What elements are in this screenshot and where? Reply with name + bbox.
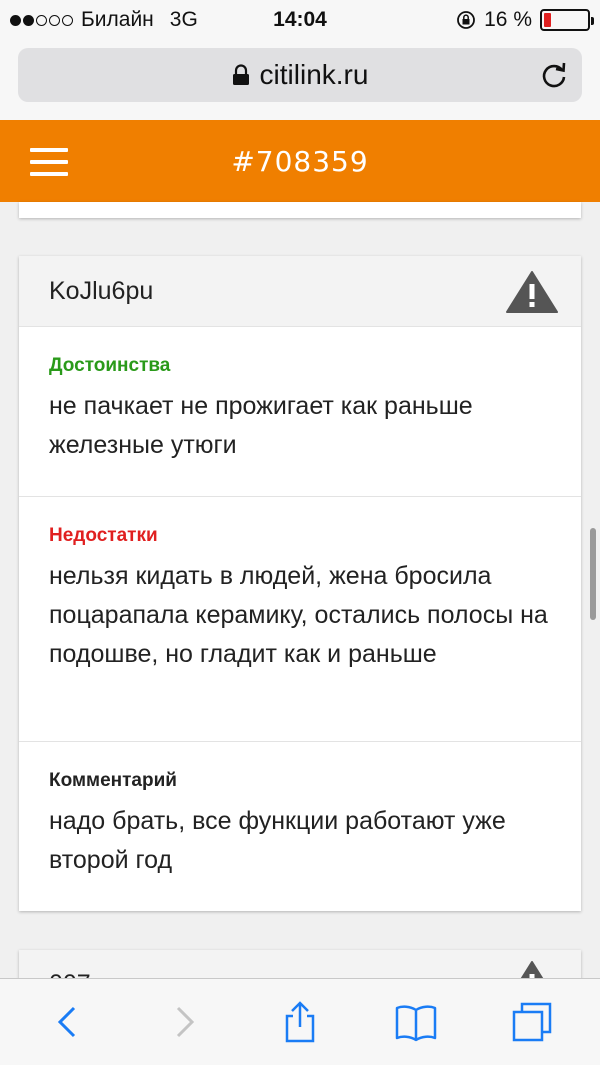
carrier-name: Билайн [81, 8, 154, 31]
site-header: #708359 [0, 120, 600, 202]
cons-section: Недостатки нельзя кидать в людей, жена б… [19, 496, 581, 741]
comment-label: Комментарий [49, 770, 177, 791]
share-button[interactable] [270, 992, 330, 1052]
comment-section: Комментарий надо брать, все функции рабо… [19, 741, 581, 911]
status-bar: Билайн 3G 14:04 16 % [0, 0, 600, 40]
battery-level [544, 13, 551, 27]
forward-button[interactable] [154, 992, 214, 1052]
tabs-button[interactable] [502, 992, 562, 1052]
tabs-icon [512, 1002, 552, 1042]
scrollbar[interactable] [590, 528, 596, 620]
url-text: citilink.ru [259, 59, 369, 90]
network-type: 3G [169, 8, 198, 31]
review-card: KoJlu6pu Достоинства не пачкает не прожи… [19, 256, 581, 911]
cons-label: Недостатки [49, 525, 158, 546]
rotation-lock-icon [457, 11, 476, 29]
pros-text: не пачкает не прожигает как раньше желез… [49, 392, 473, 459]
chevron-left-icon [57, 1006, 76, 1038]
address-bar[interactable]: citilink.ru [18, 48, 582, 102]
back-button[interactable] [38, 992, 98, 1052]
reload-icon[interactable] [540, 61, 568, 89]
pros-section: Достоинства не пачкает не прожигает как … [19, 326, 581, 496]
signal-strength-icon [10, 14, 73, 26]
review-header: KoJlu6pu [19, 256, 581, 326]
browser-toolbar [0, 978, 600, 1065]
hamburger-icon[interactable] [30, 148, 68, 176]
battery-percent: 16 % [484, 8, 532, 31]
battery-icon [540, 9, 594, 31]
padlock-icon [232, 64, 249, 85]
chevron-right-icon [176, 1006, 195, 1038]
review-author: KoJlu6pu [49, 276, 154, 305]
browser-address-area: citilink.ru [0, 40, 600, 120]
bookmarks-button[interactable] [386, 992, 446, 1052]
cons-text: нельзя кидать в людей, жена бросила поца… [49, 562, 548, 668]
warning-triangle-icon[interactable] [505, 270, 559, 314]
comment-text: надо брать, все функции работают уже вто… [49, 807, 506, 874]
book-icon [395, 1005, 437, 1042]
previous-review-card [19, 202, 581, 218]
share-icon [285, 1001, 315, 1043]
page-title: #708359 [231, 144, 369, 178]
pros-label: Достоинства [49, 355, 171, 376]
